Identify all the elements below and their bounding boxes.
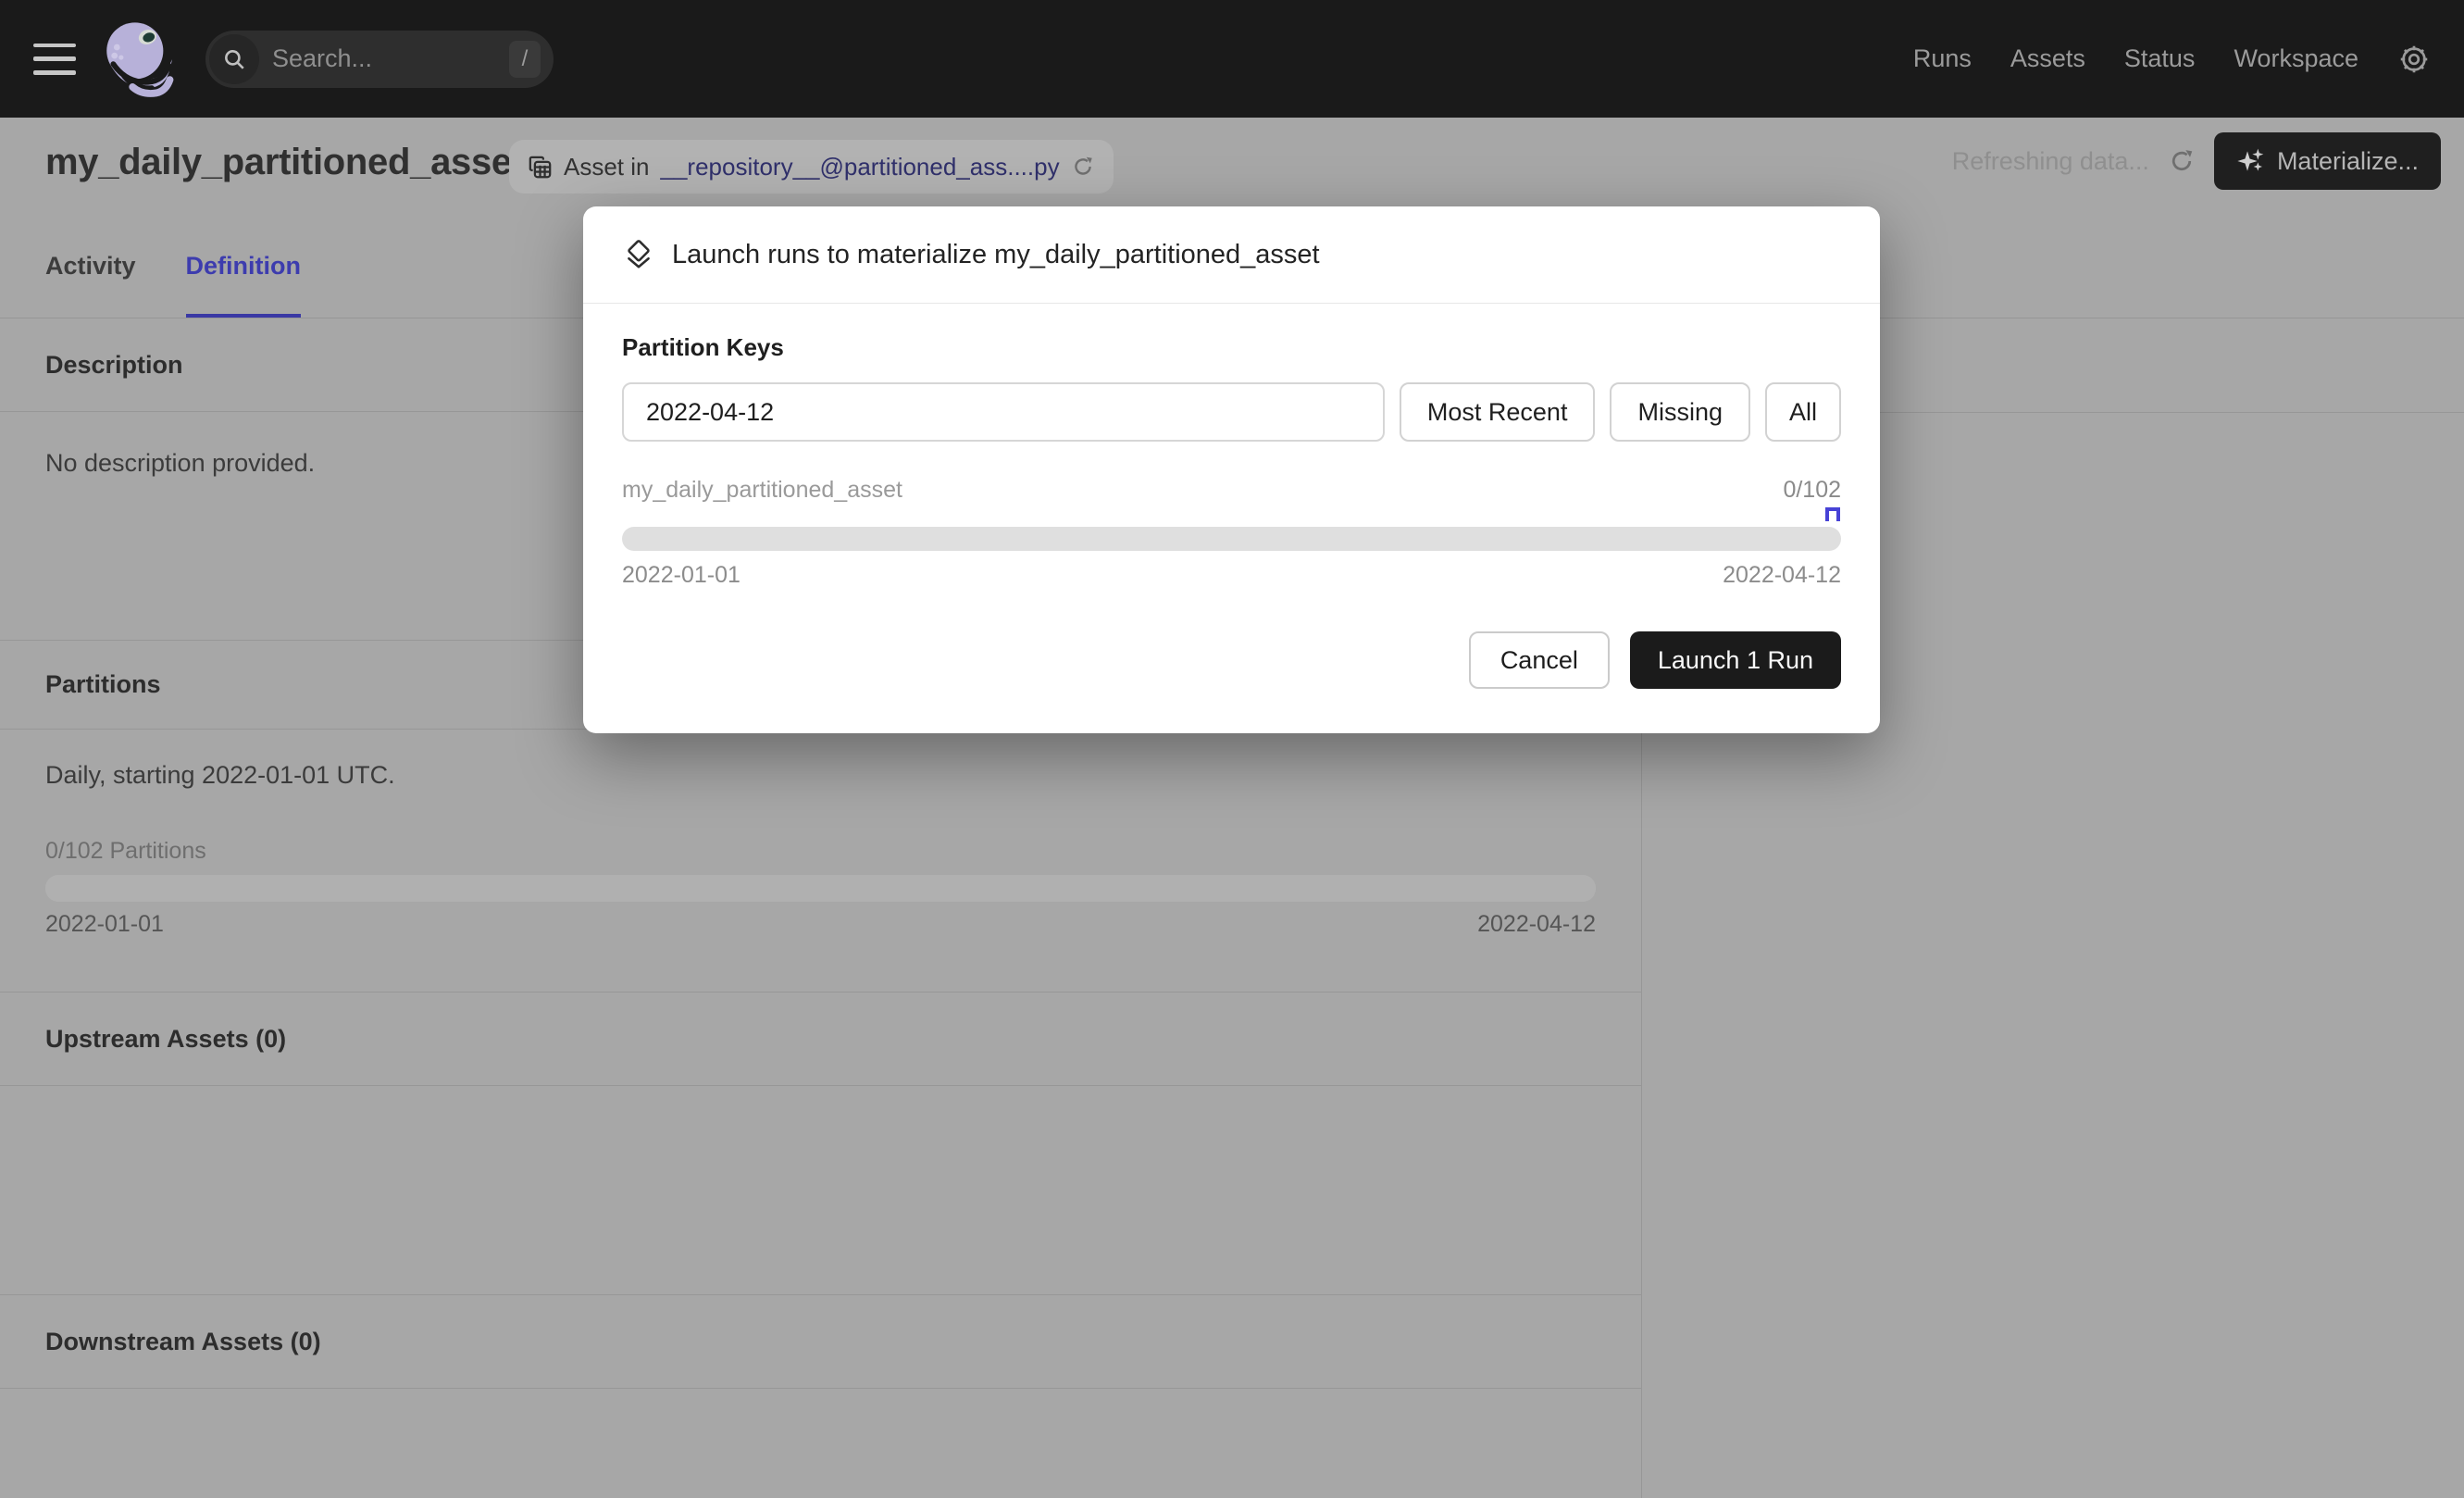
- launch-run-button[interactable]: Launch 1 Run: [1630, 631, 1841, 689]
- refreshing-status: Refreshing data...: [1952, 147, 2149, 176]
- dialog-title: Launch runs to materialize my_daily_part…: [672, 240, 1320, 270]
- progress-count: 0/102: [1783, 477, 1841, 504]
- dialog-range-end: 2022-04-12: [1723, 562, 1841, 589]
- downstream-section-body: [0, 1389, 1641, 1498]
- nav-link-runs[interactable]: Runs: [1913, 44, 1972, 73]
- dialog-partition-range: 2022-01-01 2022-04-12: [622, 562, 1841, 589]
- asset-layers-icon: [622, 238, 655, 271]
- selected-partition-marker: [1825, 507, 1840, 521]
- dialog-footer: Cancel Launch 1 Run: [622, 631, 1841, 689]
- asset-name: my_daily_partitioned_asset: [622, 477, 902, 504]
- dialog-range-start: 2022-01-01: [622, 562, 740, 589]
- page-title: my_daily_partitioned_asset: [45, 142, 524, 183]
- partition-schedule: Daily, starting 2022-01-01 UTC.: [45, 761, 1596, 790]
- partition-key-input[interactable]: [622, 382, 1385, 442]
- top-nav: Search... / Runs Assets Status Workspace: [0, 0, 2464, 118]
- partition-keys-label: Partition Keys: [622, 333, 1841, 362]
- tab-activity[interactable]: Activity: [45, 241, 136, 318]
- partition-range-start: 2022-01-01: [45, 911, 164, 938]
- sparkles-icon: [2236, 146, 2266, 176]
- asset-location-pill[interactable]: Asset in __repository__@partitioned_ass.…: [509, 140, 1114, 193]
- nav-link-status[interactable]: Status: [2124, 44, 2196, 73]
- search-shortcut-badge: /: [509, 41, 541, 78]
- dialog-header: Launch runs to materialize my_daily_part…: [583, 206, 1880, 304]
- partitions-section-body: Daily, starting 2022-01-01 UTC. 0/102 Pa…: [0, 730, 1641, 992]
- dialog-body: Partition Keys Most Recent Missing All m…: [583, 304, 1880, 689]
- upstream-section-body: [0, 1086, 1641, 1295]
- refresh-icon[interactable]: [2168, 147, 2196, 175]
- selection-marker-row: [622, 507, 1841, 524]
- search-icon: [209, 34, 259, 84]
- search-input[interactable]: Search... /: [205, 31, 554, 88]
- cancel-button[interactable]: Cancel: [1469, 631, 1610, 689]
- asset-tabs: Activity Definition: [45, 241, 301, 318]
- partition-selection-bar[interactable]: [622, 527, 1841, 551]
- nav-link-workspace[interactable]: Workspace: [2234, 44, 2358, 73]
- asset-in-label: Asset in: [564, 153, 650, 181]
- filter-missing-button[interactable]: Missing: [1610, 382, 1750, 442]
- asset-progress-row: my_daily_partitioned_asset 0/102: [622, 477, 1841, 504]
- materialize-label: Materialize...: [2277, 147, 2419, 176]
- app-screen: Search... / Runs Assets Status Workspace…: [0, 0, 2464, 1498]
- materialize-button[interactable]: Materialize...: [2214, 132, 2441, 190]
- upstream-section-header: Upstream Assets (0): [0, 992, 1641, 1086]
- downstream-section-header: Downstream Assets (0): [0, 1295, 1641, 1389]
- menu-hamburger-icon[interactable]: [33, 44, 76, 75]
- settings-gear-icon[interactable]: [2397, 43, 2431, 76]
- repository-icon: [528, 155, 553, 180]
- partition-count: 0/102 Partitions: [45, 838, 1596, 865]
- dagster-logo-icon[interactable]: [104, 19, 176, 99]
- nav-link-assets[interactable]: Assets: [2010, 44, 2085, 73]
- search-placeholder: Search...: [272, 44, 372, 73]
- filter-most-recent-button[interactable]: Most Recent: [1400, 382, 1596, 442]
- top-nav-links: Runs Assets Status Workspace: [1913, 44, 2358, 73]
- partition-health-bar: [45, 875, 1596, 902]
- filter-all-button[interactable]: All: [1765, 382, 1841, 442]
- partition-controls: Most Recent Missing All: [622, 382, 1841, 442]
- partition-range: 2022-01-01 2022-04-12: [45, 911, 1596, 938]
- tab-definition[interactable]: Definition: [186, 241, 301, 318]
- repository-link[interactable]: __repository__@partitioned_ass....py: [661, 153, 1060, 181]
- partition-range-end: 2022-04-12: [1477, 911, 1596, 938]
- reload-definitions-icon[interactable]: [1071, 155, 1095, 179]
- launch-partitions-dialog: Launch runs to materialize my_daily_part…: [583, 206, 1880, 733]
- header-actions: Refreshing data... Materialize...: [1952, 132, 2441, 190]
